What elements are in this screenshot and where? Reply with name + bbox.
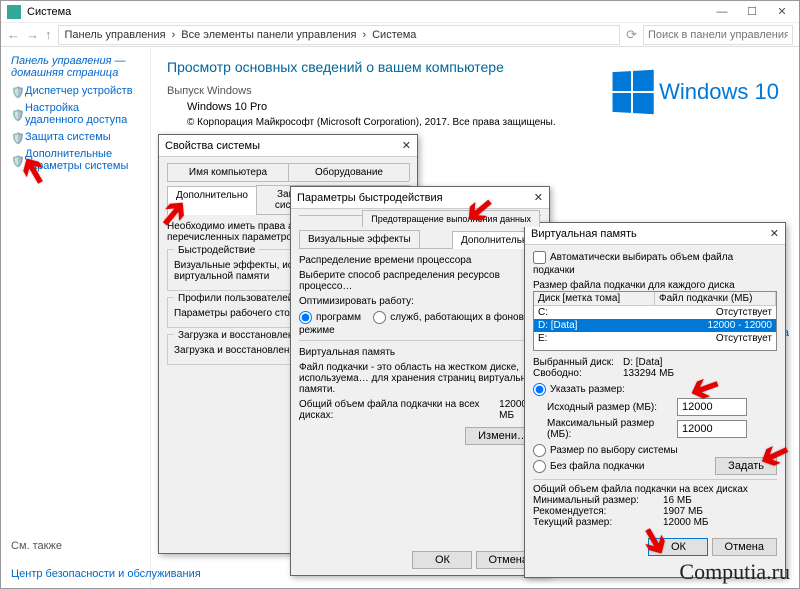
vm-text: Файл подкачки - это область на жестком д… (299, 362, 541, 395)
tab-dep[interactable]: Предотвращение выполнения данных (362, 210, 540, 227)
free-label: Свободно: (533, 368, 623, 379)
breadcrumb[interactable]: Панель управления› Все элементы панели у… (58, 25, 621, 45)
list-label: Размер файла подкачки для каждого диска (533, 280, 777, 291)
set-button[interactable]: Задать (715, 457, 777, 475)
auto-checkbox[interactable]: Автоматически выбирать объем файла подка… (533, 252, 733, 276)
disk-row-c[interactable]: C:Отсутствует (534, 306, 776, 319)
tab-hardware[interactable]: Оборудование (288, 163, 410, 181)
see-also-label: См. также (11, 540, 62, 552)
sidebar-item-remote[interactable]: 🛡️Настройка удаленного доступа (11, 102, 140, 126)
opt-programs[interactable]: программ (299, 312, 361, 323)
disk-list[interactable]: Диск [метка тома] Файл подкачки (МБ) C:О… (533, 291, 777, 351)
perf-tabs2: Визуальные эффекты Дополнительно (299, 230, 541, 249)
ok-button[interactable]: ОК (648, 538, 708, 556)
system-icon (7, 5, 21, 19)
performance-options-dialog: Параметры быстродействия ✕ Предотвращени… (290, 186, 550, 576)
vm-title: Виртуальная память (299, 347, 541, 358)
proc-opt-label: Оптимизировать работу: (299, 296, 541, 307)
proc-text: Выберите способ распределения ресурсов п… (299, 270, 541, 292)
ok-button[interactable]: ОК (412, 551, 472, 569)
up-icon[interactable]: ↑ (45, 27, 52, 42)
dialog-title: Параметры быстродействия (297, 187, 443, 208)
max-label: Максимальный размер (МБ): (547, 418, 677, 440)
forward-icon[interactable]: → (26, 27, 39, 42)
cancel-button[interactable]: Отмена (712, 538, 777, 556)
opt-custom-size[interactable]: Указать размер: (533, 383, 777, 396)
selected-disk-value: D: [Data] (623, 357, 662, 368)
close-icon[interactable]: ✕ (402, 135, 411, 156)
tab-visual-effects[interactable]: Визуальные эффекты (299, 230, 420, 248)
free-value: 133294 МБ (623, 368, 674, 379)
disk-row-d[interactable]: D: [Data]12000 - 12000 (534, 319, 776, 332)
breadcrumb-item[interactable]: Все элементы панели управления (181, 29, 356, 41)
shield-icon: 🛡️ (11, 132, 21, 142)
tabs-row1: Имя компьютера Оборудование (167, 163, 409, 182)
window-title: Система (27, 6, 71, 18)
toolbar: ← → ↑ Панель управления› Все элементы па… (1, 23, 799, 47)
disk-row-e[interactable]: E:Отсутствует (534, 332, 776, 345)
windows-logo: Windows 10 (611, 71, 779, 113)
virtual-memory-dialog: Виртуальная память ✕ Автоматически выбир… (524, 222, 786, 578)
shield-icon: 🛡️ (11, 109, 21, 119)
close-icon[interactable]: ✕ (534, 187, 543, 208)
close-button[interactable]: ✕ (767, 3, 797, 21)
selected-disk-label: Выбранный диск: (533, 357, 623, 368)
maximize-button[interactable]: ☐ (737, 3, 767, 21)
window-controls: — ☐ ✕ (707, 3, 797, 21)
sidebar-heading[interactable]: Панель управления — домашняя страница (11, 55, 140, 79)
opt-system-managed[interactable]: Размер по выбору системы (533, 444, 777, 457)
opt-no-pagefile[interactable]: Без файла подкачки (533, 460, 645, 473)
sidebar-item-advanced[interactable]: 🛡️Дополнительные параметры системы (11, 148, 140, 172)
dialog-titlebar: Свойства системы ✕ (159, 135, 417, 157)
initial-size-input[interactable] (677, 398, 747, 416)
shield-icon: 🛡️ (11, 86, 21, 96)
shield-icon: 🛡️ (11, 155, 21, 165)
copyright: © Корпорация Майкрософт (Microsoft Corpo… (167, 117, 783, 128)
dialog-titlebar: Параметры быстродействия ✕ (291, 187, 549, 209)
tab-computername[interactable]: Имя компьютера (167, 163, 289, 181)
windows-logo-icon (613, 70, 654, 114)
watermark: Computia.ru (679, 559, 790, 585)
brand-text: Windows 10 (659, 79, 779, 105)
proc-title: Распределение времени процессора (299, 255, 541, 266)
security-center-link[interactable]: Центр безопасности и обслуживания (11, 568, 201, 580)
dialog-titlebar: Виртуальная память ✕ (525, 223, 785, 245)
close-icon[interactable]: ✕ (770, 223, 779, 244)
sidebar-item-devmgr[interactable]: 🛡️Диспетчер устройств (11, 85, 140, 97)
breadcrumb-item[interactable]: Система (372, 29, 416, 41)
refresh-icon[interactable]: ⟳ (626, 27, 637, 43)
total-section-label: Общий объем файла подкачки на всех диска… (533, 484, 777, 495)
col-pagefile: Файл подкачки (МБ) (655, 292, 776, 305)
tab-advanced[interactable]: Дополнительно (167, 186, 257, 215)
perf-tabs: Предотвращение выполнения данных (299, 215, 541, 216)
col-disk: Диск [метка тома] (534, 292, 655, 305)
max-size-input[interactable] (677, 420, 747, 438)
sidebar-item-protection[interactable]: 🛡️Защита системы (11, 131, 140, 143)
dialog-title: Свойства системы (165, 135, 260, 156)
initial-label: Исходный размер (МБ): (547, 402, 677, 413)
minimize-button[interactable]: — (707, 3, 737, 21)
titlebar: Система — ☐ ✕ (1, 1, 799, 23)
back-icon[interactable]: ← (7, 27, 20, 42)
dialog-title: Виртуальная память (531, 223, 637, 244)
sidebar: Панель управления — домашняя страница 🛡️… (1, 47, 151, 588)
breadcrumb-item[interactable]: Панель управления (65, 29, 166, 41)
search-input[interactable] (643, 25, 793, 45)
vm-total-label: Общий объем файла подкачки на всех диска… (299, 399, 499, 421)
